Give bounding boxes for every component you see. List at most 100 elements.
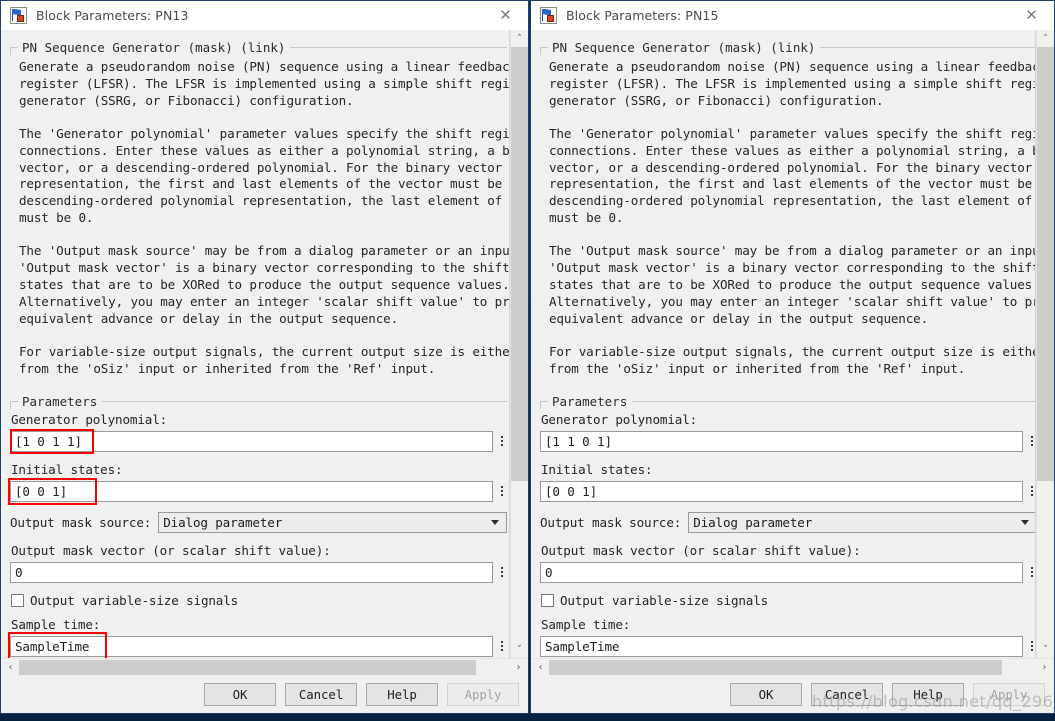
generator-polynomial-input[interactable]: [1 1 0 1] — [540, 430, 1023, 452]
scroll-up-icon[interactable]: ˄ — [1037, 30, 1054, 47]
horizontal-scroll-thumb[interactable] — [549, 659, 1002, 675]
output-mask-source-label: Output mask source: — [540, 514, 682, 530]
output-mask-vector-label: Output mask vector (or scalar shift valu… — [11, 542, 331, 558]
generator-polynomial-more-icon[interactable] — [496, 431, 507, 452]
initial-states-row: [0 0 1] — [540, 480, 1035, 502]
vertical-scroll-thumb[interactable] — [511, 47, 528, 481]
output-mask-source-row: Output mask source: Dialog parameter — [540, 511, 1035, 533]
scroll-down-icon[interactable]: ˅ — [1037, 641, 1054, 658]
group-title: PN Sequence Generator (mask) (link) — [548, 40, 821, 55]
generator-polynomial-input[interactable]: [1 0 1 1] — [10, 430, 493, 452]
description-paragraph: The 'Output mask source' may be from a d… — [19, 243, 510, 326]
horizontal-scroll-track[interactable] — [549, 659, 1036, 675]
output-mask-source-select[interactable]: Dialog parameter — [688, 511, 1035, 533]
scroll-down-icon[interactable]: ˅ — [511, 641, 528, 658]
initial-states-label: Initial states: — [541, 461, 653, 477]
generator-polynomial-label: Generator polynomial: — [541, 411, 698, 427]
sample-time-input[interactable]: SampleTime — [10, 635, 493, 657]
parameters-groupbox-right: Parameters Generator polynomial: [1 1 0 … — [540, 393, 1035, 659]
output-variable-size-label: Output variable-size signals — [560, 592, 769, 608]
close-icon[interactable]: ✕ — [1009, 1, 1054, 30]
output-mask-vector-more-icon[interactable] — [496, 562, 507, 583]
description-paragraph: The 'Generator polynomial' parameter val… — [549, 125, 1035, 226]
group-title: PN Sequence Generator (mask) (link) — [18, 40, 291, 55]
sample-time-label: Sample time: — [541, 616, 631, 632]
vertical-scroll-track[interactable] — [1037, 47, 1054, 641]
output-variable-size-row[interactable]: Output variable-size signals — [11, 593, 507, 608]
description-groupbox-right: PN Sequence Generator (mask) (link) Gene… — [540, 39, 1035, 386]
simulink-block-icon — [540, 6, 557, 24]
vertical-scroll-thumb[interactable] — [1037, 47, 1054, 481]
horizontal-scroll-thumb[interactable] — [19, 659, 476, 675]
output-mask-vector-input[interactable]: 0 — [10, 561, 493, 583]
titlebar-left: Block Parameters: PN13 ✕ — [1, 1, 528, 30]
generator-polynomial-row: [1 0 1 1] — [10, 428, 507, 454]
apply-button: Apply — [973, 682, 1045, 706]
window-title: Block Parameters: PN15 — [566, 7, 719, 23]
close-icon[interactable]: ✕ — [483, 1, 528, 30]
initial-states-input[interactable]: [0 0 1] — [540, 480, 1023, 502]
output-mask-source-value: Dialog parameter — [163, 514, 283, 530]
output-mask-vector-more-icon[interactable] — [1026, 562, 1035, 583]
sample-time-row: SampleTime — [8, 631, 507, 658]
ok-button[interactable]: OK — [730, 682, 802, 706]
content-pane-right: PN Sequence Generator (mask) (link) Gene… — [531, 30, 1036, 658]
description-paragraph: For variable-size output signals, the cu… — [549, 343, 1035, 376]
sample-time-input[interactable]: SampleTime — [540, 635, 1023, 657]
output-variable-size-row[interactable]: Output variable-size signals — [541, 592, 1035, 608]
vertical-scrollbar-left[interactable]: ˄ ˅ — [510, 30, 528, 658]
vertical-scroll-track[interactable] — [511, 47, 528, 641]
parameters-title: Parameters — [18, 393, 103, 409]
parameters-title: Parameters — [548, 393, 633, 409]
output-variable-size-label: Output variable-size signals — [30, 592, 239, 608]
ok-button[interactable]: OK — [204, 682, 276, 706]
simulink-block-icon — [10, 6, 27, 24]
scroll-left-icon[interactable]: ‹ — [2, 660, 19, 675]
scroll-left-icon[interactable]: ‹ — [532, 660, 549, 675]
content-pane-wrap-left: PN Sequence Generator (mask) (link) Gene… — [1, 30, 528, 658]
block-parameters-dialog-pn13: Block Parameters: PN13 ✕ PN Sequence Gen… — [0, 0, 529, 714]
description-paragraph: The 'Generator polynomial' parameter val… — [19, 125, 510, 226]
initial-states-label: Initial states: — [11, 461, 123, 477]
horizontal-scrollbar-right[interactable]: ‹ › — [531, 658, 1054, 675]
vertical-scrollbar-right[interactable]: ˄ ˅ — [1036, 30, 1054, 658]
initial-states-input[interactable]: [0 0 1] — [10, 480, 493, 502]
scroll-up-icon[interactable]: ˄ — [511, 30, 528, 47]
content-pane-wrap-right: PN Sequence Generator (mask) (link) Gene… — [531, 30, 1054, 658]
initial-states-more-icon[interactable] — [496, 481, 507, 502]
generator-polynomial-row: [1 1 0 1] — [540, 430, 1035, 452]
output-mask-vector-label: Output mask vector (or scalar shift valu… — [541, 542, 861, 558]
cancel-button[interactable]: Cancel — [285, 682, 357, 706]
description-paragraph: Generate a pseudorandom noise (PN) seque… — [19, 59, 510, 108]
scroll-right-icon[interactable]: › — [510, 660, 527, 675]
cancel-button[interactable]: Cancel — [811, 682, 883, 706]
window-title: Block Parameters: PN13 — [36, 7, 189, 23]
output-mask-vector-row: 0 — [540, 561, 1035, 583]
block-parameters-dialog-pn15: Block Parameters: PN15 ✕ PN Sequence Gen… — [530, 0, 1055, 714]
sample-time-row: SampleTime — [540, 635, 1035, 657]
titlebar-right: Block Parameters: PN15 ✕ — [531, 1, 1054, 30]
output-variable-size-checkbox[interactable] — [541, 593, 554, 607]
output-mask-source-row: Output mask source: Dialog parameter — [10, 511, 507, 533]
generator-polynomial-more-icon[interactable] — [1026, 431, 1035, 452]
horizontal-scroll-track[interactable] — [19, 659, 510, 675]
apply-button: Apply — [447, 682, 519, 706]
button-bar-left: OK Cancel Help Apply — [1, 675, 528, 713]
generator-polynomial-label: Generator polynomial: — [11, 411, 168, 427]
help-button[interactable]: Help — [892, 682, 964, 706]
initial-states-more-icon[interactable] — [1026, 481, 1035, 502]
output-mask-vector-input[interactable]: 0 — [540, 561, 1023, 583]
output-mask-source-select[interactable]: Dialog parameter — [158, 511, 507, 533]
content-pane-left: PN Sequence Generator (mask) (link) Gene… — [1, 30, 510, 658]
output-variable-size-checkbox[interactable] — [11, 593, 24, 607]
sample-time-more-icon[interactable] — [496, 636, 507, 657]
output-mask-source-value: Dialog parameter — [693, 514, 813, 530]
scroll-right-icon[interactable]: › — [1036, 660, 1053, 675]
horizontal-scrollbar-left[interactable]: ‹ › — [1, 658, 528, 675]
sample-time-more-icon[interactable] — [1026, 636, 1035, 657]
description-groupbox-left: PN Sequence Generator (mask) (link) Gene… — [10, 39, 510, 386]
button-bar-right: OK Cancel Help Apply — [531, 675, 1054, 713]
initial-states-row: [0 0 1] — [8, 477, 507, 505]
help-button[interactable]: Help — [366, 682, 438, 706]
chevron-down-icon — [1021, 519, 1029, 525]
